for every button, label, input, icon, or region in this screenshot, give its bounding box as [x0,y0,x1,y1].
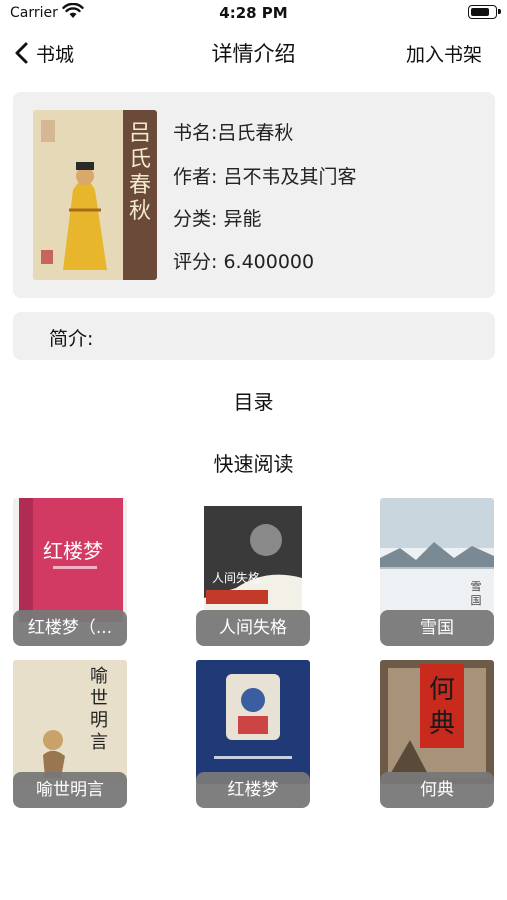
svg-text:秋: 秋 [129,199,151,224]
quick-book-1[interactable]: 红楼梦 红楼梦（... [13,498,127,648]
book-title-label: 人间失格 [196,610,310,646]
svg-text:言: 言 [90,732,108,753]
quick-book-5[interactable]: 红楼梦 [196,660,310,810]
intro-section: 简介: [13,312,495,360]
book-title-label: 红楼梦 [196,772,310,808]
svg-text:世: 世 [90,688,108,709]
book-name: 书名:吕氏春秋 [173,122,294,144]
book-cover-image: 红楼梦 [13,498,127,622]
svg-text:何: 何 [429,675,455,705]
book-cover-image [196,660,310,784]
book-cover-image: 何 典 [380,660,494,784]
book-rating: 评分: 6.400000 [173,251,315,273]
svg-text:氏: 氏 [129,147,151,172]
quick-book-6[interactable]: 何 典 何典 [380,660,494,810]
book-title-label: 何典 [380,772,494,808]
book-author: 作者: 吕不韦及其门客 [173,166,357,188]
add-to-shelf-button[interactable]: 加入书架 [406,40,482,67]
book-title-label: 红楼梦（... [13,610,127,646]
book-title-label: 雪国 [380,610,494,646]
svg-text:吕: 吕 [129,121,151,146]
svg-text:人间失格: 人间失格 [212,570,260,585]
nav-bar: 书城 详情介绍 加入书架 [0,30,507,76]
status-time: 4:28 PM [219,4,288,22]
svg-text:典: 典 [429,709,455,739]
book-cover-image: 雪 国 [380,498,494,622]
book-cover-image: 人间失格 [196,498,310,622]
battery-level [471,8,489,16]
svg-text:雪: 雪 [471,580,482,593]
book-cover-image: 喻 世 明 言 [13,660,127,784]
battery-icon [468,5,501,19]
quick-book-3[interactable]: 雪 国 雪国 [380,498,494,648]
book-title-label: 喻世明言 [13,772,127,808]
status-bar: Carrier 4:28 PM [0,0,507,28]
catalog-button[interactable]: 目录 [0,386,507,415]
svg-text:明: 明 [90,710,108,731]
svg-text:国: 国 [471,594,482,607]
book-category: 分类: 异能 [173,208,262,230]
quick-book-2[interactable]: 人间失格 人间失格 [196,498,310,648]
svg-text:春: 春 [129,173,151,198]
book-info-card: 吕 氏 春 秋 书名:吕氏春秋 作者: 吕不韦及其门客 分类: 异能 评分: 6… [13,92,495,298]
intro-label: 简介: [49,328,94,350]
quick-book-4[interactable]: 喻 世 明 言 喻世明言 [13,660,127,810]
book-cover-image: 吕 氏 春 秋 [33,110,157,280]
svg-text:喻: 喻 [90,666,108,687]
svg-text:红楼梦: 红楼梦 [43,539,103,563]
quick-read-title: 快速阅读 [213,452,294,476]
